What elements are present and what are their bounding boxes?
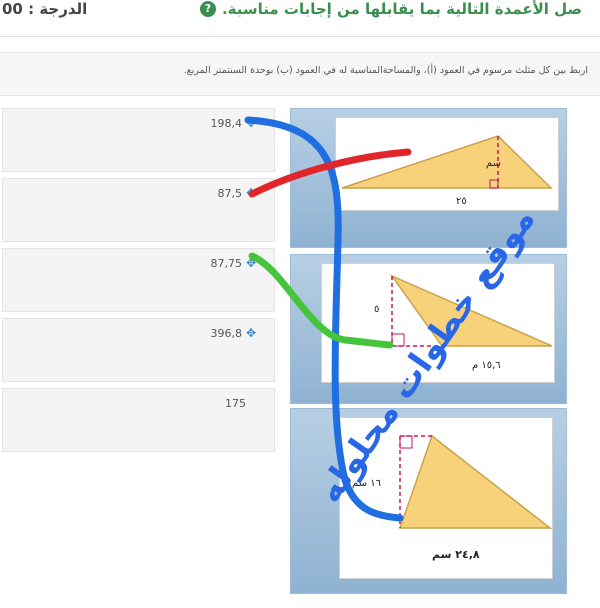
- annotation-overlay: موقع خطوات محلوله: [244, 116, 544, 522]
- green-connection-line: [248, 252, 394, 349]
- watermark-text: موقع خطوات محلوله: [310, 200, 544, 510]
